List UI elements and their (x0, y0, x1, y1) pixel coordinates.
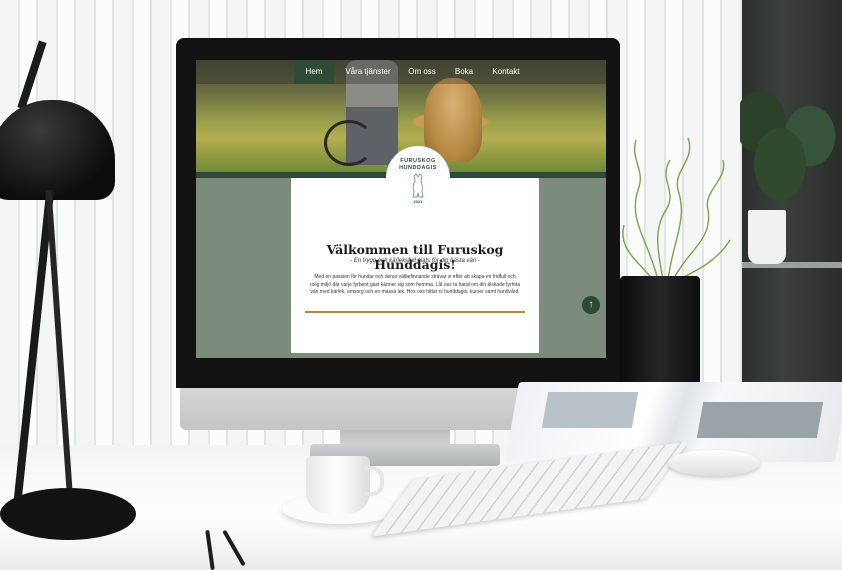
arrow-up-icon: ↑ (588, 299, 594, 310)
welcome-title: Välkommen till Furuskog Hunddagis! (326, 242, 504, 272)
background-plant (740, 80, 840, 220)
hero-leash (324, 120, 374, 166)
nav-item-vara-tjanster[interactable]: Våra tjänster (338, 60, 398, 84)
dog-icon (412, 173, 424, 198)
logo-line2: HUNDDAGIS (399, 165, 437, 171)
main-nav: Hem Våra tjänster Om oss Boka Kontakt (196, 60, 606, 84)
logo-year: 2021 (413, 199, 423, 204)
magazine-photo (541, 392, 639, 428)
gold-divider (305, 311, 525, 313)
scroll-to-top-button[interactable]: ↑ (582, 296, 600, 314)
website-screen: Hem Våra tjänster Om oss Boka Kontakt Vä… (196, 60, 606, 358)
nav-item-kontakt[interactable]: Kontakt (486, 60, 526, 84)
welcome-body: Med en passion för hundar och deras välb… (309, 274, 521, 295)
nav-item-hem[interactable]: Hem (294, 60, 334, 84)
logo-line1: FURUSKOG (400, 158, 436, 164)
mouse (668, 450, 760, 476)
coffee-cup (306, 456, 370, 514)
magazine-photo (696, 402, 824, 438)
logo[interactable]: FURUSKOG HUNDDAGIS 2021 (386, 146, 450, 210)
cup-handle (364, 466, 384, 496)
welcome-subtitle: - En trygg och kärleksfull plats för din… (350, 258, 480, 264)
lamp-base (0, 488, 136, 540)
nav-item-boka[interactable]: Boka (446, 60, 482, 84)
plant-pot (620, 276, 700, 396)
nav-item-om-oss[interactable]: Om oss (402, 60, 442, 84)
plant-stems (618, 130, 738, 281)
background-plant-pot (748, 210, 786, 264)
